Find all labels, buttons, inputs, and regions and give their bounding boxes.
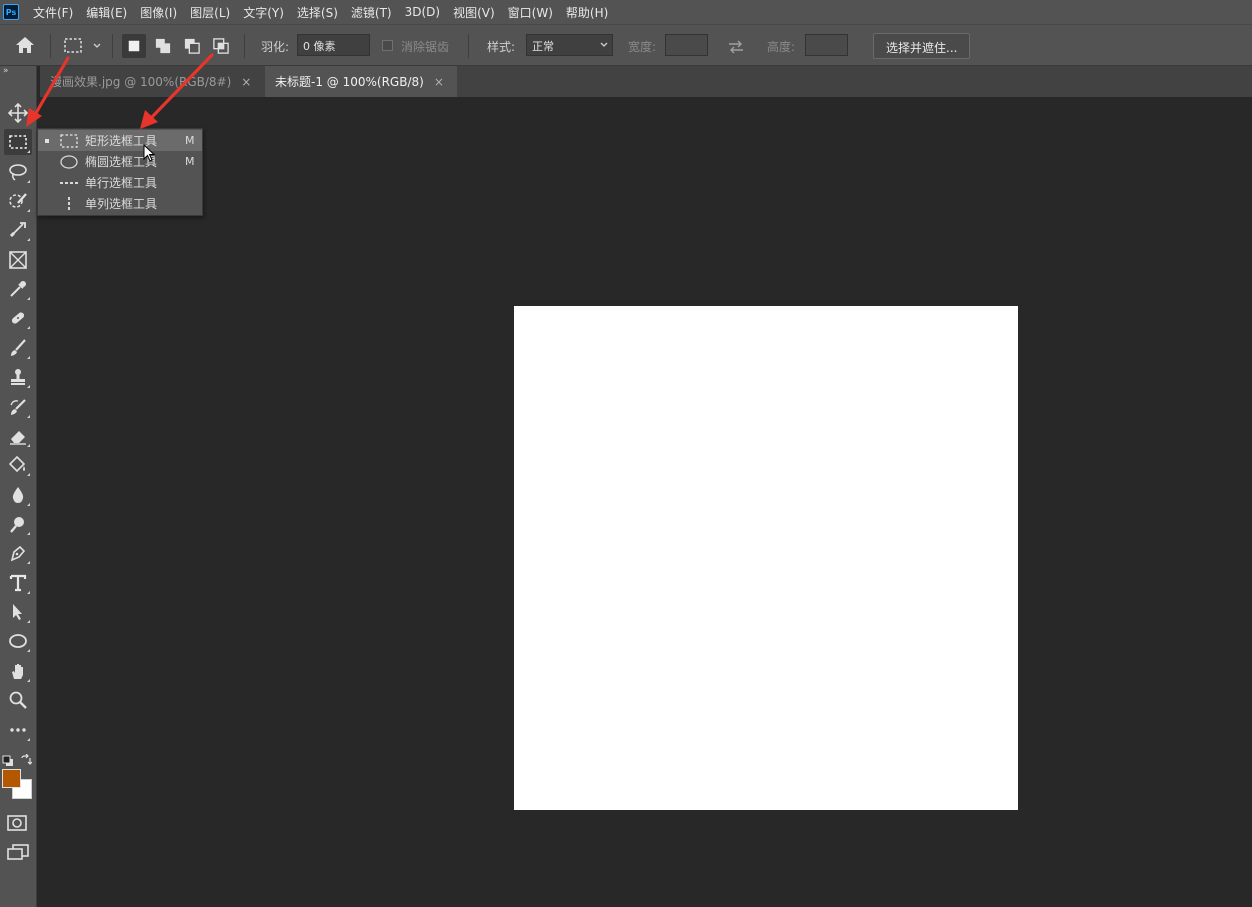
brush-tool-icon[interactable] <box>4 335 32 361</box>
menu-type[interactable]: 文字(Y) <box>243 4 284 21</box>
document-tabs: 漫画效果.jpg @ 100%(RGB/8#) × 未标题-1 @ 100%(R… <box>40 66 1252 97</box>
menu-3d[interactable]: 3D(D) <box>405 5 440 19</box>
menu-layer[interactable]: 图层(L) <box>190 4 230 21</box>
feather-input[interactable]: 0 像素 <box>297 34 370 56</box>
rect-marquee-icon <box>60 133 78 148</box>
type-tool-icon[interactable] <box>4 570 32 596</box>
collapse-panel-icon[interactable]: » <box>3 66 9 76</box>
flyout-label: 单列选框工具 <box>85 197 158 211</box>
flyout-item-rect-marquee[interactable]: 矩形选框工具 M <box>38 130 202 151</box>
height-label: 高度: <box>767 40 796 54</box>
screen-mode-icon[interactable] <box>6 843 30 861</box>
photoshop-window: Ps 文件(F) 编辑(E) 图像(I) 图层(L) 文字(Y) 选择(S) 滤… <box>0 0 1252 907</box>
antialias-checkbox[interactable] <box>382 40 393 51</box>
flyout-item-ellipse-marquee[interactable]: 椭圆选框工具 M <box>38 151 202 172</box>
ellipse-marquee-icon <box>60 154 78 169</box>
document-canvas[interactable] <box>514 306 1018 810</box>
history-brush-tool-icon[interactable] <box>4 394 32 420</box>
edit-toolbar-icon[interactable] <box>4 717 32 743</box>
menu-view[interactable]: 视图(V) <box>453 4 495 21</box>
flyout-shortcut: M <box>185 134 195 147</box>
zoom-tool-icon[interactable] <box>4 687 32 713</box>
eraser-tool-icon[interactable] <box>4 423 32 449</box>
hand-tool-icon[interactable] <box>4 658 32 684</box>
style-select-value: 正常 <box>532 40 554 53</box>
single-column-marquee-icon <box>68 196 70 211</box>
menu-bar: Ps 文件(F) 编辑(E) 图像(I) 图层(L) 文字(Y) 选择(S) 滤… <box>0 0 1252 24</box>
chevron-down-icon <box>600 42 608 47</box>
tab-untitled-1[interactable]: 未标题-1 @ 100%(RGB/8) × <box>265 66 457 97</box>
flyout-item-single-row-marquee[interactable]: 单行选框工具 <box>38 172 202 193</box>
style-label: 样式: <box>487 40 516 54</box>
healing-brush-tool-icon[interactable] <box>4 305 32 331</box>
swap-colors-icon[interactable] <box>20 751 33 765</box>
quick-selection-tool-icon[interactable] <box>4 188 32 214</box>
crop-tool-icon[interactable] <box>4 217 32 243</box>
select-and-mask-button[interactable]: 选择并遮住... <box>873 33 971 59</box>
new-selection-button[interactable] <box>122 34 146 58</box>
flyout-shortcut: M <box>185 155 195 168</box>
paint-bucket-tool-icon[interactable] <box>4 452 32 478</box>
move-tool-icon[interactable] <box>4 100 32 126</box>
eyedropper-tool-icon[interactable] <box>4 276 32 302</box>
ellipse-shape-tool-icon[interactable] <box>4 628 32 654</box>
style-select[interactable]: 正常 <box>526 34 613 56</box>
feather-label: 羽化: <box>261 40 290 54</box>
menu-help[interactable]: 帮助(H) <box>566 4 608 21</box>
selected-bullet-icon <box>45 138 49 143</box>
menu-select[interactable]: 选择(S) <box>297 4 338 21</box>
mouse-cursor-icon <box>143 144 156 162</box>
menu-filter[interactable]: 滤镜(T) <box>351 4 392 21</box>
rect-marquee-tool-icon[interactable] <box>4 129 32 155</box>
marquee-tool-flyout: 矩形选框工具 M 椭圆选框工具 M 单行选框工具 单列选框工具 <box>37 128 203 216</box>
height-input[interactable] <box>805 34 848 56</box>
menu-file[interactable]: 文件(F) <box>33 4 73 21</box>
close-icon[interactable]: × <box>241 75 251 89</box>
tool-preset-picker[interactable] <box>62 36 104 56</box>
quick-mask-icon[interactable] <box>6 814 28 832</box>
photoshop-logo-icon[interactable]: Ps <box>3 4 19 20</box>
width-input[interactable] <box>665 34 708 56</box>
clone-stamp-tool-icon[interactable] <box>4 364 32 390</box>
single-row-marquee-icon <box>60 181 78 184</box>
tab-manga-effect[interactable]: 漫画效果.jpg @ 100%(RGB/8#) × <box>40 66 265 97</box>
swap-width-height-icon[interactable] <box>727 39 745 54</box>
subtract-from-selection-button[interactable] <box>180 34 204 58</box>
options-bar: 羽化: 0 像素 消除锯齿 样式: 正常 宽度: 高度: 选择并遮住... <box>0 24 1252 66</box>
width-label: 宽度: <box>628 40 657 54</box>
tab-label: 未标题-1 @ 100%(RGB/8) <box>275 75 424 89</box>
frame-tool-icon[interactable] <box>4 247 32 273</box>
menu-window[interactable]: 窗口(W) <box>508 4 553 21</box>
intersect-selection-button[interactable] <box>209 34 233 58</box>
pen-tool-icon[interactable] <box>4 540 32 566</box>
menu-edit[interactable]: 编辑(E) <box>86 4 127 21</box>
lasso-tool-icon[interactable] <box>4 159 32 185</box>
add-to-selection-button[interactable] <box>151 34 175 58</box>
tab-label: 漫画效果.jpg @ 100%(RGB/8#) <box>50 75 232 89</box>
antialias-label: 消除锯齿 <box>401 40 450 54</box>
default-colors-icon[interactable] <box>2 752 14 766</box>
home-icon[interactable] <box>15 36 37 56</box>
dodge-tool-icon[interactable] <box>4 511 32 537</box>
close-icon[interactable]: × <box>434 75 444 89</box>
path-selection-tool-icon[interactable] <box>4 599 32 625</box>
flyout-label: 单行选框工具 <box>85 176 158 190</box>
foreground-color-swatch[interactable] <box>2 769 21 788</box>
flyout-item-single-column-marquee[interactable]: 单列选框工具 <box>38 193 202 214</box>
blur-tool-icon[interactable] <box>4 482 32 508</box>
menu-image[interactable]: 图像(I) <box>140 4 177 21</box>
